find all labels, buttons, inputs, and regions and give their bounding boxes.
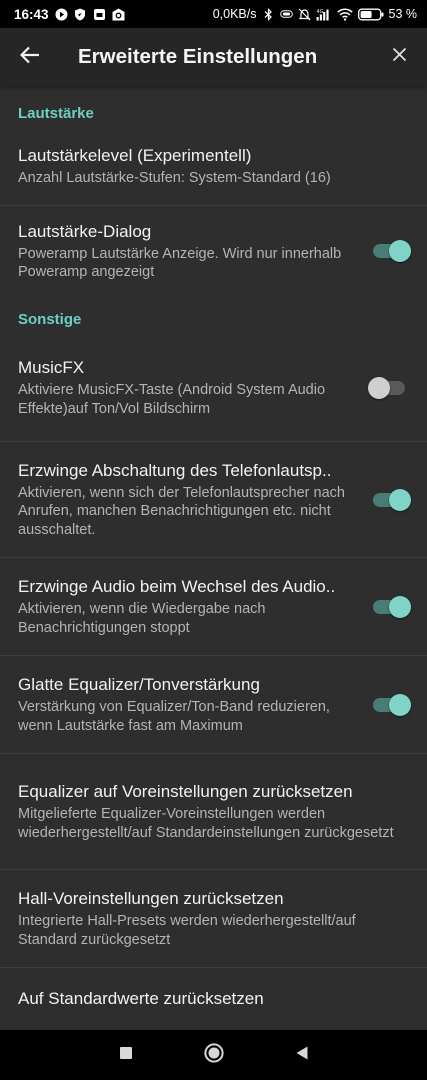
- notification-icon: [93, 8, 106, 21]
- volume-dialog-switch[interactable]: [369, 239, 411, 263]
- force-speaker-off-switch[interactable]: [369, 488, 411, 512]
- force-audio-switch[interactable]: [369, 595, 411, 619]
- bluetooth-icon: [262, 7, 275, 21]
- arrow-back-icon: [19, 46, 40, 69]
- recents-square-icon: [119, 1046, 133, 1065]
- shield-icon: [74, 8, 87, 21]
- pref-title: Equalizer auf Voreinstellungen zurückset…: [18, 782, 353, 801]
- back-triangle-icon: [295, 1045, 309, 1066]
- pref-force-speaker-off[interactable]: Erzwinge Abschaltung des Telefonlautsp..…: [0, 442, 427, 558]
- pref-summary: Aktivieren, wenn sich der Telefonlautspr…: [18, 484, 345, 538]
- page-title: Erweiterte Einstellungen: [78, 45, 318, 68]
- close-icon: [392, 47, 407, 67]
- settings-list: Lautstärke Lautstärkelevel (Experimentel…: [0, 86, 427, 1030]
- network-speed: 0,0KB/s: [212, 7, 257, 21]
- nav-back-button[interactable]: [258, 1030, 346, 1080]
- pref-summary: Aktivieren, wenn die Wiedergabe nach Ben…: [18, 601, 266, 636]
- pref-title: Erzwinge Audio beim Wechsel des Audio..: [18, 577, 336, 596]
- close-button[interactable]: [371, 28, 427, 86]
- pref-volume-dialog[interactable]: Lautstärke-Dialog Poweramp Lautstärke An…: [0, 206, 427, 296]
- vibrate-icon: [279, 8, 293, 21]
- pref-reset-equalizer-presets[interactable]: Equalizer auf Voreinstellungen zurückset…: [0, 754, 427, 870]
- pref-reset-reverb-presets[interactable]: Hall-Voreinstellungen zurücksetzen Integ…: [0, 870, 427, 968]
- pref-title: Auf Standardwerte zurücksetzen: [18, 989, 264, 1008]
- pref-summary: Poweramp Lautstärke Anzeige. Wird nur in…: [18, 245, 342, 281]
- battery-percent: 53 %: [388, 7, 418, 21]
- pref-title: MusicFX: [18, 358, 85, 377]
- smooth-equalizer-switch[interactable]: [369, 693, 411, 717]
- app-bar: Erweiterte Einstellungen: [0, 28, 427, 86]
- pref-title: Erzwinge Abschaltung des Telefonlautsp..: [18, 460, 332, 480]
- pref-summary: Aktiviere MusicFX-Taste (Android System …: [18, 382, 326, 417]
- contact-icon: [112, 8, 125, 21]
- recents-button[interactable]: [82, 1030, 170, 1080]
- status-time: 16:43: [14, 6, 49, 22]
- pref-volume-level[interactable]: Lautstärkelevel (Experimentell) Anzahl L…: [0, 128, 427, 206]
- back-button[interactable]: [0, 28, 60, 86]
- pref-title: Lautstärke-Dialog: [18, 221, 152, 241]
- pref-reset-defaults[interactable]: Auf Standardwerte zurücksetzen: [0, 968, 427, 1030]
- signal-icon: 4G: [316, 8, 332, 21]
- system-nav-bar: [0, 1030, 427, 1080]
- battery-icon: [357, 8, 384, 21]
- pref-musicfx[interactable]: MusicFX Aktiviere MusicFX-Taste (Android…: [0, 334, 427, 442]
- alarm-off-icon: [298, 8, 311, 21]
- wifi-icon: [336, 7, 353, 21]
- status-bar: 16:43 0,0KB/s 4G 53 %: [0, 0, 427, 28]
- pref-summary: Verstärkung von Equalizer/Ton-Band reduz…: [18, 699, 330, 734]
- section-header-misc: Sonstige: [18, 311, 82, 328]
- pref-smooth-equalizer[interactable]: Glatte Equalizer/Tonverstärkung Verstärk…: [0, 656, 427, 754]
- pref-force-audio-switch[interactable]: Erzwinge Audio beim Wechsel des Audio.. …: [0, 558, 427, 656]
- play-icon: [55, 8, 68, 21]
- pref-summary: Mitgelieferte Equalizer-Voreinstellungen…: [18, 806, 394, 841]
- pref-title: Hall-Voreinstellungen zurücksetzen: [18, 889, 284, 908]
- pref-title: Glatte Equalizer/Tonverstärkung: [18, 675, 260, 694]
- pref-title: Lautstärkelevel (Experimentell): [18, 146, 252, 166]
- musicfx-switch[interactable]: [368, 376, 409, 400]
- section-header-volume: Lautstärke: [18, 105, 94, 122]
- pref-summary: Anzahl Lautstärke-Stufen: System-Standar…: [18, 170, 331, 187]
- network-type: 4G: [316, 9, 323, 15]
- home-button[interactable]: [170, 1030, 258, 1080]
- home-circle-icon: [203, 1042, 224, 1068]
- pref-summary: Integrierte Hall-Presets werden wiederhe…: [18, 913, 356, 948]
